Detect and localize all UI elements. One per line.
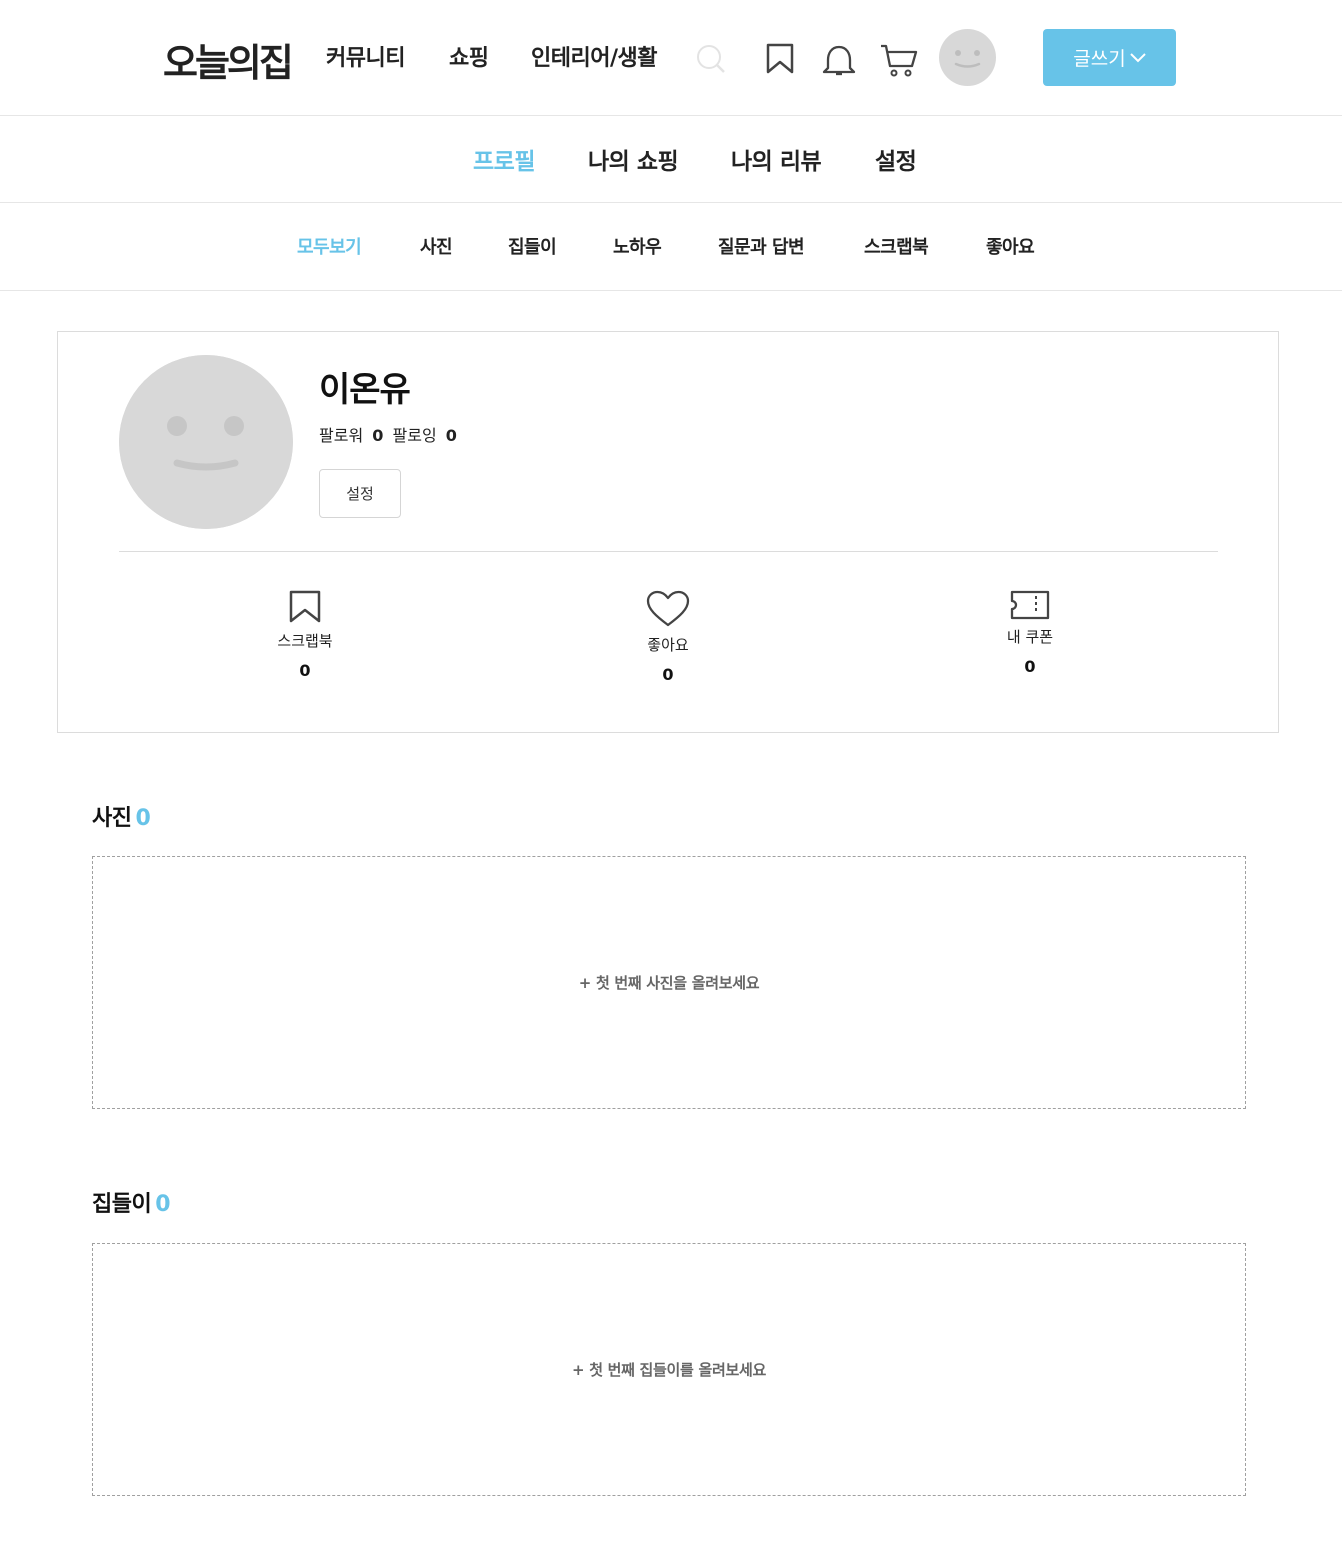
subtab-knowhow[interactable]: 노하우 (613, 233, 662, 259)
subtab-qna[interactable]: 질문과 답변 (718, 233, 805, 259)
profile-settings-button[interactable]: 설정 (319, 469, 401, 518)
stat-likes[interactable]: 좋아요 0 (608, 590, 728, 684)
cart-icon[interactable] (880, 43, 918, 83)
subtab-photos[interactable]: 사진 (420, 233, 453, 259)
subtab-housewarming[interactable]: 집들이 (508, 233, 557, 259)
bell-icon[interactable] (822, 43, 856, 83)
section-count: 0 (135, 806, 151, 831)
tab-settings[interactable]: 설정 (875, 142, 917, 176)
divider (119, 551, 1218, 552)
avatar[interactable] (939, 29, 996, 90)
profile-card: 이온유 팔로워 0 팔로잉 0 설정 스크랩북 0 좋아요 0 내 쿠폰 0 (57, 331, 1279, 733)
stat-count: 0 (299, 661, 311, 680)
section-title-text: 사진 (92, 806, 132, 831)
user-name: 이온유 (319, 370, 411, 410)
stat-coupons[interactable]: 내 쿠폰 0 (970, 590, 1090, 676)
profile-avatar (119, 355, 293, 529)
subtab-scrapbook[interactable]: 스크랩북 (864, 233, 929, 259)
upload-cta: + 첫 번째 집들이를 올려보세요 (572, 1361, 766, 1379)
stat-label: 좋아요 (647, 636, 689, 654)
write-button-label: 글쓰기 (1073, 49, 1126, 70)
section-count: 0 (155, 1192, 171, 1217)
tab-profile[interactable]: 프로필 (473, 142, 535, 176)
photos-upload-dropzone[interactable]: + 첫 번째 사진을 올려보세요 (92, 856, 1246, 1109)
follow-stats: 팔로워 0 팔로잉 0 (319, 422, 461, 446)
stat-count: 0 (1024, 657, 1036, 676)
subtab-likes[interactable]: 좋아요 (986, 233, 1035, 259)
heart-icon (646, 590, 690, 627)
housewarming-upload-dropzone[interactable]: + 첫 번째 집들이를 올려보세요 (92, 1243, 1246, 1496)
bookmark-icon (289, 590, 321, 623)
chevron-down-icon (1130, 52, 1146, 62)
follower-count[interactable]: 0 (372, 426, 383, 445)
stat-count: 0 (662, 665, 674, 684)
tab-my-shopping[interactable]: 나의 쇼핑 (588, 142, 679, 176)
search-icon[interactable] (696, 44, 728, 80)
profile-tabs: 프로필 나의 쇼핑 나의 리뷰 설정 (0, 116, 1342, 203)
section-title-housewarming: 집들이 0 (92, 1186, 171, 1218)
bookmark-icon[interactable] (766, 43, 794, 79)
logo[interactable]: 오늘의집 (163, 32, 294, 87)
nav-community[interactable]: 커뮤니티 (326, 40, 405, 72)
stat-label: 스크랩북 (277, 632, 333, 650)
coupon-icon (1010, 590, 1050, 620)
stat-label: 내 쿠폰 (1006, 628, 1054, 646)
subtab-all[interactable]: 모두보기 (297, 233, 362, 259)
top-header: 오늘의집 커뮤니티 쇼핑 인테리어/생활 글쓰기 (0, 0, 1342, 116)
follower-label[interactable]: 팔로워 (319, 426, 363, 445)
write-button[interactable]: 글쓰기 (1043, 29, 1176, 86)
section-title-text: 집들이 (92, 1192, 152, 1217)
tab-my-reviews[interactable]: 나의 리뷰 (731, 142, 822, 176)
nav-interior-life[interactable]: 인테리어/생활 (531, 40, 657, 72)
stat-scrapbook[interactable]: 스크랩북 0 (245, 590, 365, 680)
content-filter-tabs: 모두보기 사진 집들이 노하우 질문과 답변 스크랩북 좋아요 (0, 203, 1342, 291)
following-label[interactable]: 팔로잉 (393, 426, 437, 445)
following-count[interactable]: 0 (446, 426, 457, 445)
upload-cta: + 첫 번째 사진을 올려보세요 (578, 974, 760, 992)
nav-shopping[interactable]: 쇼핑 (449, 40, 489, 72)
section-title-photos: 사진 0 (92, 800, 151, 832)
